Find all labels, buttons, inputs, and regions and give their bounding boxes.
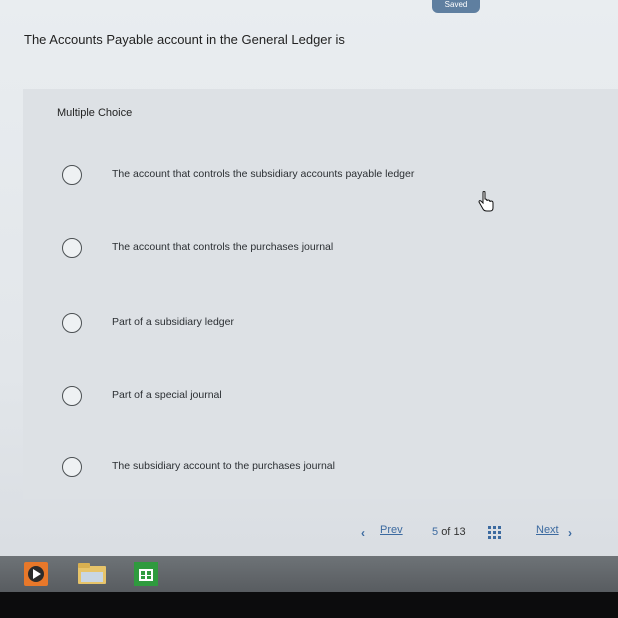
radio-button[interactable] — [62, 457, 82, 477]
answer-type-label: Multiple Choice — [57, 107, 133, 119]
total-pages: 13 — [453, 526, 466, 538]
store-icon[interactable] — [134, 562, 158, 586]
chevron-right-icon[interactable]: › — [568, 526, 572, 540]
hand-pointer-icon — [478, 191, 494, 212]
chevron-left-icon[interactable]: ‹ — [361, 526, 365, 540]
next-link[interactable]: Next — [536, 524, 559, 536]
prev-link[interactable]: Prev — [380, 524, 403, 536]
saved-status-badge: Saved — [432, 0, 480, 13]
page-indicator: 5 of 13 — [432, 526, 466, 538]
radio-button[interactable] — [62, 313, 82, 333]
question-text: The Accounts Payable account in the Gene… — [24, 32, 345, 47]
option-label: The account that controls the subsidiary… — [112, 168, 415, 180]
answer-card — [23, 89, 618, 499]
radio-button[interactable] — [62, 386, 82, 406]
monitor-bezel — [0, 592, 618, 618]
current-page: 5 — [432, 526, 439, 538]
of-label: of — [441, 526, 451, 538]
option-label: Part of a special journal — [112, 389, 222, 401]
quiz-screen: Saved The Accounts Payable account in th… — [0, 0, 618, 556]
option-label: Part of a subsidiary ledger — [112, 316, 234, 328]
radio-button[interactable] — [62, 165, 82, 185]
grid-icon[interactable] — [488, 526, 501, 539]
option-label: The subsidiary account to the purchases … — [112, 460, 335, 472]
file-explorer-icon[interactable] — [77, 562, 107, 586]
option-label: The account that controls the purchases … — [112, 241, 334, 253]
media-player-icon[interactable] — [24, 562, 48, 586]
radio-button[interactable] — [62, 238, 82, 258]
